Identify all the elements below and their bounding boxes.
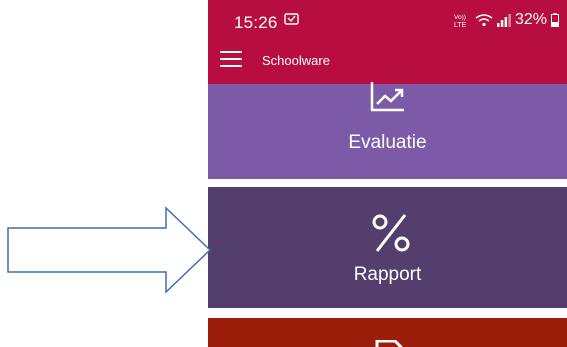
trending-chart-icon: [370, 82, 404, 112]
menu-icon[interactable]: [220, 49, 242, 69]
app-title: Schoolware: [262, 53, 330, 68]
network-type: LTE: [454, 22, 467, 28]
percent-icon: [372, 214, 410, 252]
signal-icon: [496, 14, 511, 27]
tile-third[interactable]: [208, 318, 567, 347]
tile-rapport[interactable]: Rapport: [208, 187, 567, 308]
app-bar: Schoolware: [208, 37, 567, 84]
svg-text:Vo)): Vo)): [454, 14, 466, 21]
document-icon: [375, 340, 403, 347]
phone-screen: 15:26 Vo)) LTE 32% Schoolware Evaluatie …: [208, 0, 567, 347]
status-time: 15:26: [234, 13, 278, 32]
notification-icon: [284, 13, 299, 25]
status-bar: 15:26 Vo)) LTE 32%: [208, 0, 567, 37]
wifi-icon: [475, 14, 493, 27]
battery-icon: [551, 13, 559, 27]
tile-label-evaluatie: Evaluatie: [348, 132, 427, 153]
arrow-right-icon: [7, 206, 212, 294]
volte-icon: Vo)) LTE: [454, 14, 467, 28]
status-indicators: Vo)) LTE 32%: [453, 11, 559, 29]
tile-label-rapport: Rapport: [353, 264, 422, 285]
tile-evaluatie[interactable]: Evaluatie: [208, 82, 567, 179]
battery-percent: 32%: [514, 11, 547, 28]
